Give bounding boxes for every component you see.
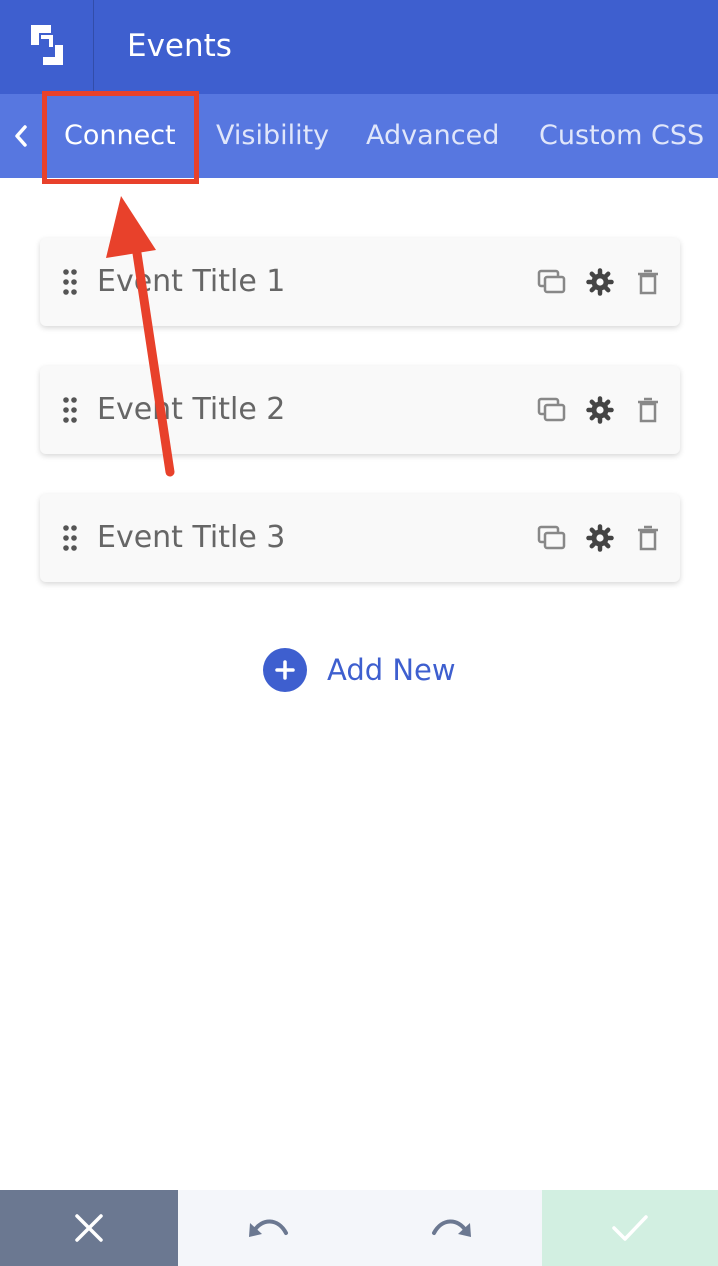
duplicate-icon[interactable] (537, 523, 567, 553)
add-new-button[interactable]: Add New (263, 648, 456, 692)
tab-advanced[interactable]: Advanced (366, 94, 499, 178)
duplicate-icon[interactable] (537, 395, 567, 425)
list-item[interactable]: Event Title 3 (40, 494, 680, 582)
tab-connect[interactable]: Connect (64, 94, 176, 178)
close-icon (75, 1214, 103, 1242)
gear-icon[interactable] (585, 523, 615, 553)
annotation-arrow (106, 196, 175, 477)
plus-circle-icon (263, 648, 307, 692)
list-item[interactable]: Event Title 2 (40, 366, 680, 454)
trash-icon[interactable] (633, 395, 663, 425)
add-new-label: Add New (327, 653, 456, 687)
brand-logo-icon (31, 25, 63, 65)
redo-button[interactable] (360, 1190, 542, 1266)
drag-handle-icon[interactable] (62, 524, 78, 552)
tab-custom-css[interactable]: Custom CSS (539, 94, 704, 178)
gear-icon[interactable] (585, 267, 615, 297)
trash-icon[interactable] (633, 523, 663, 553)
redo-icon (432, 1219, 471, 1237)
confirm-button[interactable] (542, 1190, 718, 1266)
drag-handle-icon[interactable] (62, 268, 78, 296)
back-button[interactable] (7, 120, 35, 152)
page-title: Events (127, 28, 232, 64)
header-bar: Events (0, 0, 718, 94)
tab-visibility[interactable]: Visibility (216, 94, 329, 178)
drag-handle-icon[interactable] (62, 396, 78, 424)
undo-icon (249, 1219, 288, 1237)
list-item[interactable]: Event Title 1 (40, 238, 680, 326)
item-title: Event Title 3 (97, 520, 286, 555)
item-title: Event Title 2 (97, 392, 286, 427)
chevron-left-icon (15, 125, 27, 147)
duplicate-icon[interactable] (537, 267, 567, 297)
trash-icon[interactable] (633, 267, 663, 297)
gear-icon[interactable] (585, 395, 615, 425)
item-title: Event Title 1 (97, 264, 286, 299)
tab-bar: Connect Visibility Advanced Custom CSS (0, 94, 718, 178)
footer-bar (0, 1190, 718, 1266)
check-icon (612, 1215, 648, 1241)
undo-button[interactable] (178, 1190, 360, 1266)
close-button[interactable] (0, 1190, 178, 1266)
logo[interactable] (0, 0, 94, 94)
